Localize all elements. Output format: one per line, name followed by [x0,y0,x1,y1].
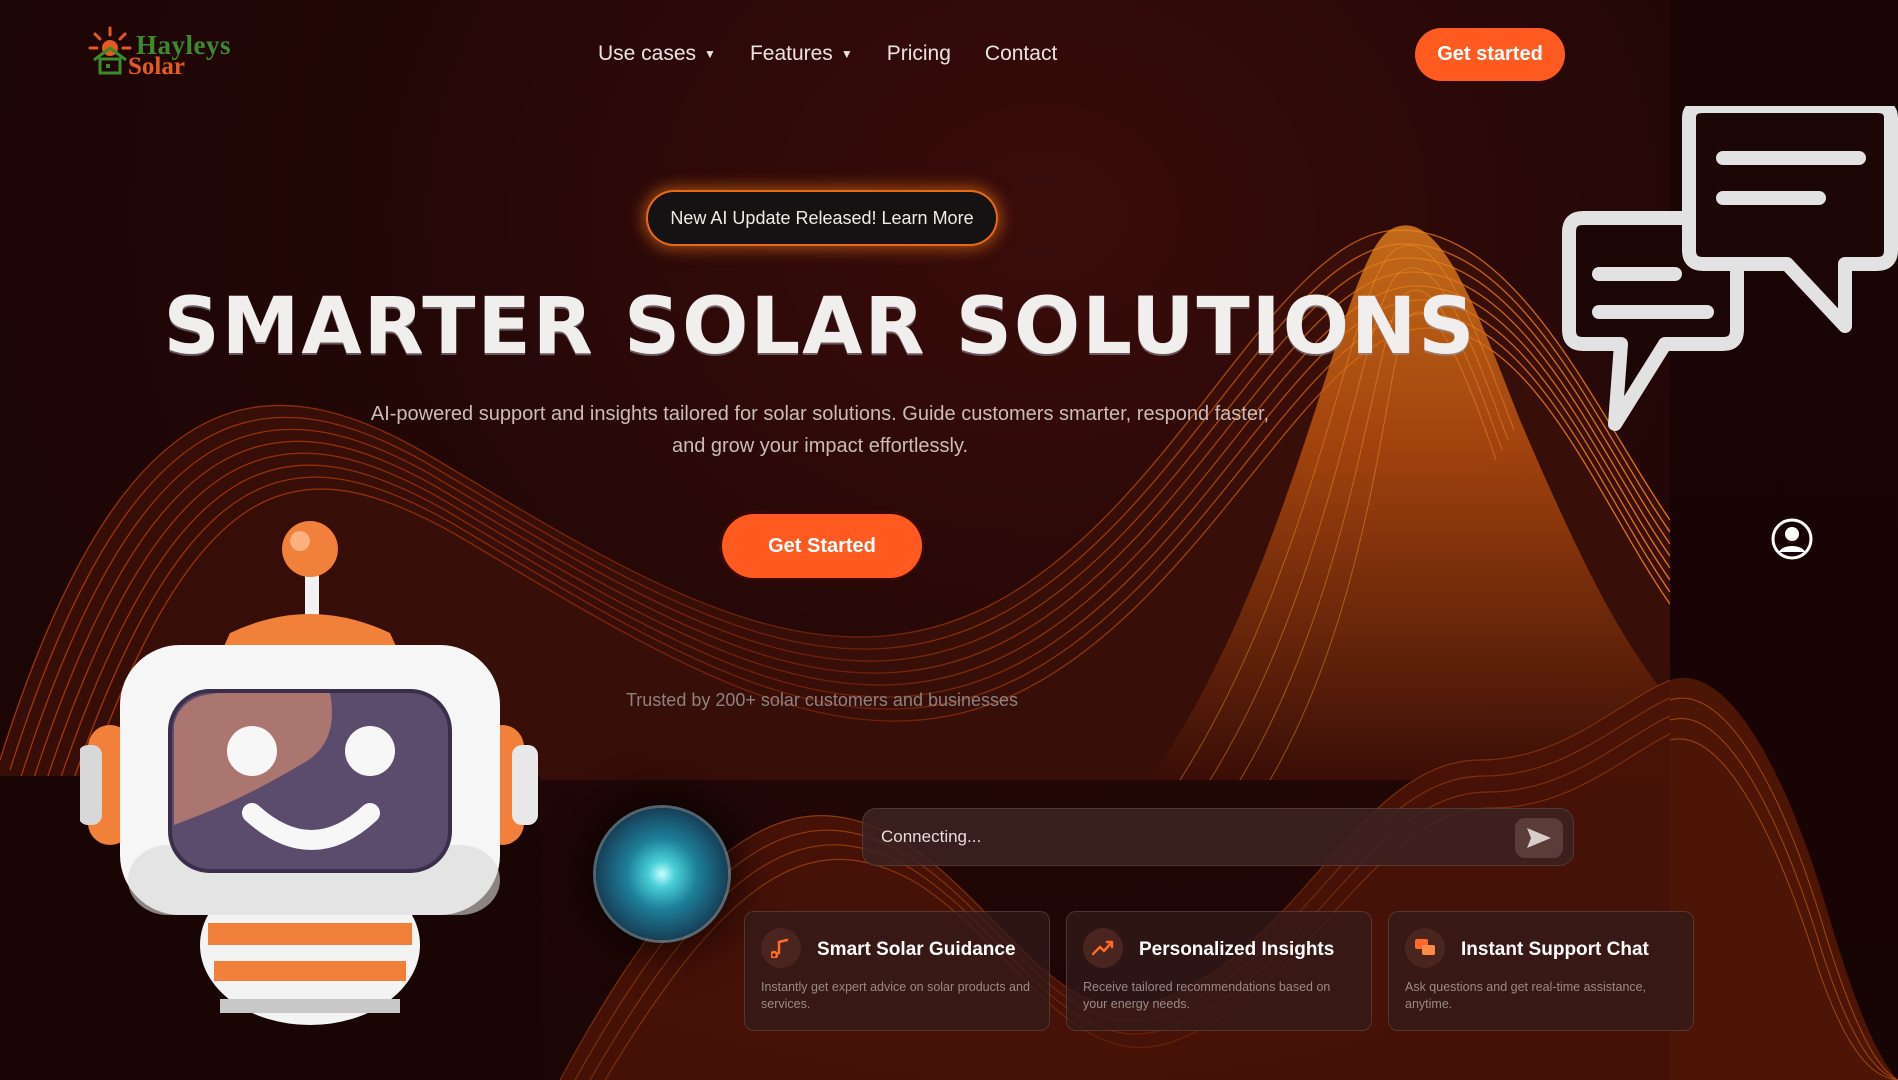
nav-pricing-label: Pricing [886,42,951,65]
feature-card-instant-support-chat[interactable]: Instant Support Chat Ask questions and g… [1388,911,1694,1031]
right-panel-wave-art [1670,677,1898,1080]
main-nav: Use cases ▼ Features ▼ Pricing Contact [598,42,1057,66]
get-started-hero-button[interactable]: Get Started [722,514,922,578]
nav-use-cases[interactable]: Use cases ▼ [598,42,716,66]
page: Hayleys Solar Use cases ▼ Features ▼ Pri… [0,0,1898,1080]
feature-title: Instant Support Chat [1461,939,1649,960]
chat-bubbles-icon [1405,928,1445,968]
feature-description: Ask questions and get real-time assistan… [1405,980,1647,1011]
voice-orb-button[interactable] [596,808,728,940]
nav-pricing[interactable]: Pricing [887,42,951,66]
nav-features[interactable]: Features ▼ [750,42,853,66]
send-icon [1527,828,1551,848]
brand-name-line2: Solar [128,53,185,80]
nav-use-cases-label: Use cases [598,42,697,65]
get-started-header-button[interactable]: Get started [1415,28,1565,81]
feature-description: Instantly get expert advice on solar pro… [761,980,1030,1011]
announcement-pill[interactable]: New AI Update Released! Learn More [648,192,996,244]
chat-bubbles-icon [1562,106,1898,431]
send-button[interactable] [1515,818,1563,858]
trend-up-icon [1083,928,1123,968]
hero-title: SMARTER SOLAR SOLUTIONS [163,282,1477,372]
feature-title: Personalized Insights [1139,939,1335,960]
music-note-icon [761,928,801,968]
feature-card-smart-solar-guidance[interactable]: Smart Solar Guidance Instantly get exper… [744,911,1050,1031]
robot-mascot-illustration [80,521,538,1025]
chat-input[interactable]: Connecting... [862,808,1574,866]
feature-title: Smart Solar Guidance [817,939,1016,960]
chat-input-placeholder: Connecting... [881,827,982,846]
caret-down-icon: ▼ [704,47,716,61]
brand-logo[interactable]: Hayleys Solar [88,26,231,82]
nav-features-label: Features [749,42,833,65]
nav-contact[interactable]: Contact [985,42,1057,66]
user-account-icon[interactable] [1770,517,1814,561]
hero-subtitle: AI-powered support and insights tailored… [370,403,1270,457]
nav-contact-label: Contact [984,42,1058,65]
feature-card-personalized-insights[interactable]: Personalized Insights Receive tailored r… [1066,911,1372,1031]
caret-down-icon: ▼ [840,47,853,61]
feature-description: Receive tailored recommendations based o… [1083,980,1331,1011]
